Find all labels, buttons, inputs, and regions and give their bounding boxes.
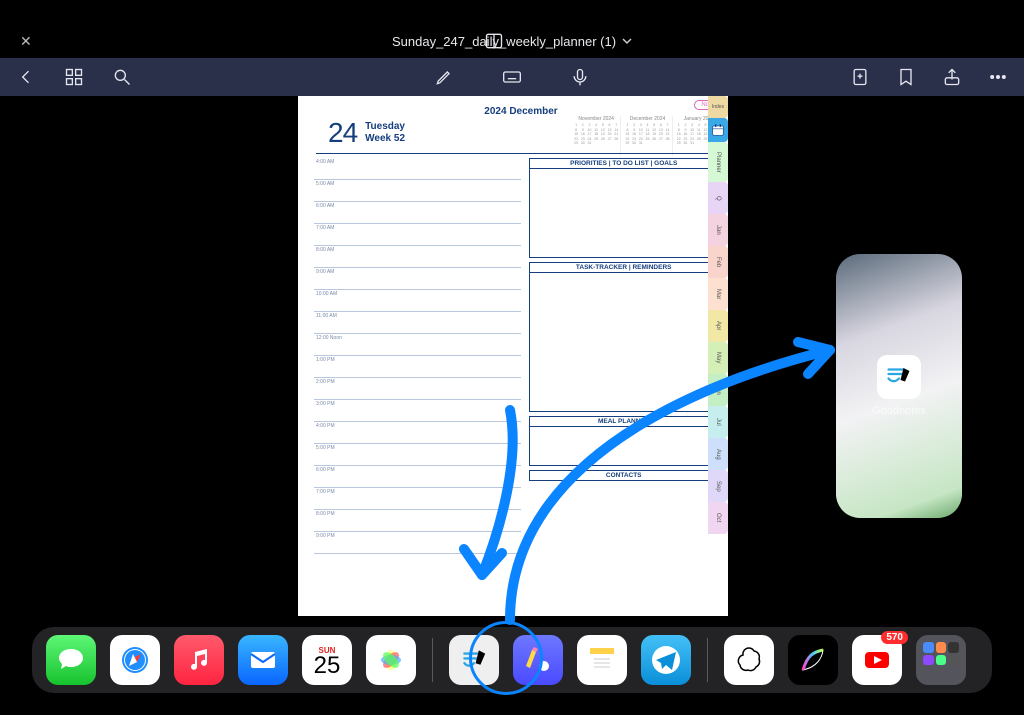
hour-row[interactable]: 5:00 AM [314,180,521,202]
dock: SUN 25 570 [32,627,992,693]
side-tabs: Index Planner QJanFebMarAprMayJunJulAugS… [708,96,728,534]
share-button[interactable] [942,67,962,87]
calendar-day-number: 25 [314,655,341,677]
app-notes[interactable] [577,635,627,685]
panel-title: PRIORITIES | TO DO LIST | GOALS [530,159,717,169]
hour-row[interactable]: 6:00 PM [314,466,521,488]
tab-month[interactable]: Q [708,182,728,214]
youtube-badge: 570 [881,631,908,644]
bookmark-button[interactable] [896,67,916,87]
goodnotes-app-icon [877,355,921,399]
day-name: Tuesday [365,121,405,133]
tab-month[interactable]: May [708,342,728,374]
iphone-preview[interactable]: Goodnotes [836,254,962,518]
priorities-panel[interactable]: PRIORITIES | TO DO LIST | GOALS [529,158,718,258]
add-page-button[interactable] [850,67,870,87]
pen-tool-button[interactable] [434,67,454,87]
app-chatgpt[interactable] [724,635,774,685]
app-youtube[interactable]: 570 [852,635,902,685]
tracker-panel[interactable]: TASK-TRACKER | REMINDERS [529,262,718,412]
tab-month[interactable]: Mar [708,278,728,310]
tab-month[interactable]: Aug [708,438,728,470]
app-calendar[interactable]: SUN 25 [302,635,352,685]
hour-row[interactable]: 2:00 PM [314,378,521,400]
search-button[interactable] [112,67,132,87]
app-safari[interactable] [110,635,160,685]
dock-separator [707,638,708,682]
contacts-panel[interactable]: CONTACTS [529,470,718,481]
hour-row[interactable]: 8:00 AM [314,246,521,268]
app-folder[interactable] [916,635,966,685]
tab-month[interactable]: Sep [708,470,728,502]
app-notability[interactable] [513,635,563,685]
hour-row[interactable]: 9:00 PM [314,532,521,554]
planner-page[interactable]: Notes November 2024123456789101112131415… [298,96,728,616]
more-button[interactable] [988,67,1008,87]
app-messages[interactable] [46,635,96,685]
hour-row[interactable]: 9:00 AM [314,268,521,290]
tab-planner[interactable]: Planner [708,142,728,182]
split-view-icon[interactable] [484,31,504,51]
meal-panel[interactable]: MEAL PLANNER [529,416,718,466]
panel-title: MEAL PLANNER [530,417,717,427]
hourly-schedule[interactable]: 4:00 AM5:00 AM6:00 AM7:00 AM8:00 AM9:00 … [314,158,521,600]
month-year-label: 2024 December [318,106,724,117]
week-label: Week 52 [365,133,405,145]
hour-row[interactable]: 8:00 PM [314,510,521,532]
keyboard-button[interactable] [502,67,522,87]
panel-title: TASK-TRACKER | REMINDERS [530,263,717,273]
hour-row[interactable]: 1:00 PM [314,356,521,378]
hour-row[interactable]: 7:00 AM [314,224,521,246]
hour-row[interactable]: 11:00 AM [314,312,521,334]
close-tab-button[interactable]: ✕ [20,33,32,50]
mic-button[interactable] [570,67,590,87]
hour-row[interactable]: 6:00 AM [314,202,521,224]
tab-index[interactable]: Index [708,96,728,118]
tab-bar: ✕ Sunday_247_daily_weekly_planner (1) [0,26,1024,56]
tab-today[interactable] [708,118,728,142]
hour-row[interactable]: 4:00 PM [314,422,521,444]
thumbnails-button[interactable] [64,67,84,87]
hour-row[interactable]: 12:00 Noon [314,334,521,356]
tab-month[interactable]: Jun [708,374,728,406]
hour-row[interactable]: 5:00 PM [314,444,521,466]
document-title: Sunday_247_daily_weekly_planner (1) [392,34,616,49]
app-goodnotes[interactable] [449,635,499,685]
app-photos[interactable] [366,635,416,685]
tab-month[interactable]: Feb [708,246,728,278]
app-music[interactable] [174,635,224,685]
app-telegram[interactable] [641,635,691,685]
tab-month[interactable]: Jan [708,214,728,246]
page-header: 2024 December 24 Tuesday Week 52 [308,100,724,151]
hour-row[interactable]: 10:00 AM [314,290,521,312]
hour-row[interactable]: 4:00 AM [314,158,521,180]
day-number: 24 [328,117,357,149]
toolbar [0,58,1024,96]
hour-row[interactable]: 7:00 PM [314,488,521,510]
dock-separator [432,638,433,682]
document-tab[interactable]: Sunday_247_daily_weekly_planner (1) [392,34,632,49]
app-mail[interactable] [238,635,288,685]
screen: ✕ Sunday_247_daily_weekly_planner (1) [0,0,1024,715]
panel-title: CONTACTS [530,471,717,480]
tab-month[interactable]: Apr [708,310,728,342]
hour-row[interactable]: 3:00 PM [314,400,521,422]
phone-app-label: Goodnotes [872,405,926,417]
chevron-down-icon [622,36,632,46]
back-button[interactable] [16,67,36,87]
tab-month[interactable]: Jul [708,406,728,438]
tab-month[interactable]: Oct [708,502,728,534]
app-procreate[interactable] [788,635,838,685]
